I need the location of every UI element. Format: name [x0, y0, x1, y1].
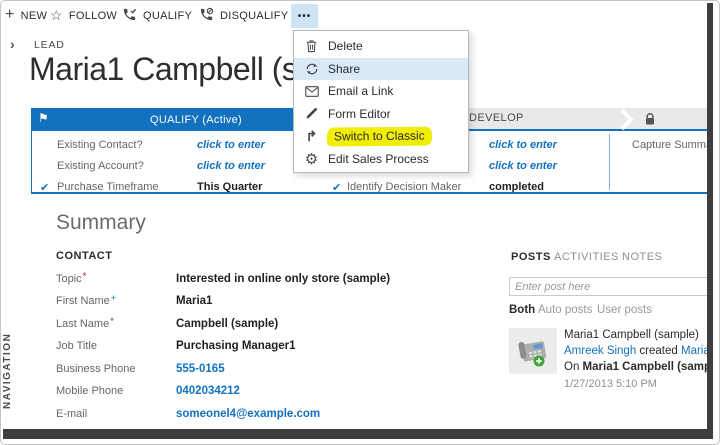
field-value-existing-contact[interactable]: click to enter [197, 139, 265, 151]
required-marker: * [83, 271, 87, 281]
tab-activities[interactable]: ACTIVITIES [554, 251, 619, 263]
menu-item-label: Delete [328, 39, 363, 53]
plus-icon: + [5, 6, 15, 24]
menu-item-edit-sales-process[interactable]: ⚙ Edit Sales Process [294, 148, 468, 171]
post-context: On Maria1 Campbell (sample)'s w [564, 361, 713, 373]
tab-posts[interactable]: POSTS [511, 251, 551, 263]
disqualify-button-label: DISQUALIFY [220, 10, 288, 22]
post-title[interactable]: Maria1 Campbell (sample) [564, 329, 699, 341]
envelope-icon [304, 86, 319, 97]
tab-notes[interactable]: NOTES [622, 251, 662, 263]
recommended-marker: + [111, 293, 116, 303]
menu-item-label: Email a Link [328, 84, 393, 98]
menu-item-label-highlighted: Switch to Classic [328, 127, 431, 145]
breadcrumb-chevron-icon[interactable]: › [10, 36, 15, 52]
required-marker: * [110, 316, 114, 326]
summary-heading: Summary [56, 211, 146, 235]
stage-qualify-label: QUALIFY (Active) [150, 114, 242, 126]
field-value-last-name[interactable]: Campbell (sample) [176, 318, 278, 330]
form-row-first-name: First Name+ Maria1 [56, 295, 212, 307]
field-label: Business Phone [56, 363, 176, 375]
ellipsis-icon: ••• [298, 11, 312, 22]
crm-lead-window: + NEW ☆ FOLLOW QUALIFY DISQUALIFY ••• › … [0, 0, 720, 445]
form-row-mobile-phone: Mobile Phone 0402034212 [56, 385, 240, 397]
menu-item-label: Form Editor [328, 107, 391, 121]
menu-item-email-a-link[interactable]: Email a Link [294, 80, 468, 103]
filter-user-posts[interactable]: User posts [597, 304, 652, 316]
process-column-divider [609, 134, 610, 190]
pencil-icon [304, 107, 319, 120]
field-label-existing-account: Existing Account? [57, 160, 144, 172]
field-value-existing-account[interactable]: click to enter [197, 160, 265, 172]
lock-icon [643, 112, 657, 131]
phone-slash-icon [199, 7, 214, 25]
qualify-button-label: QUALIFY [143, 10, 192, 22]
field-label-capture-summary: Capture Summary [632, 139, 713, 151]
new-button-label: NEW [21, 10, 48, 22]
app-viewport: + NEW ☆ FOLLOW QUALIFY DISQUALIFY ••• › … [3, 3, 713, 439]
form-row-job-title: Job Title Purchasing Manager1 [56, 340, 296, 352]
window-right-edge [707, 3, 713, 439]
contact-section-heading: CONTACT [56, 250, 112, 262]
follow-button[interactable]: ☆ FOLLOW [50, 6, 117, 26]
follow-button-label: FOLLOW [69, 10, 117, 22]
form-row-email: E-mail someonel4@example.com [56, 408, 320, 420]
field-label: Last Name* [56, 318, 176, 330]
post-timestamp: 1/27/2013 5:10 PM [564, 378, 657, 390]
field-value-col2-row1[interactable]: click to enter [489, 139, 557, 151]
phone-post-icon [509, 328, 557, 374]
field-label-existing-contact: Existing Contact? [57, 139, 143, 151]
form-row-topic: Topic* Interested in online only store (… [56, 273, 390, 285]
window-bottom-edge [3, 429, 713, 439]
form-row-last-name: Last Name* Campbell (sample) [56, 318, 278, 330]
menu-item-switch-to-classic[interactable]: ↱ Switch to Classic [294, 125, 468, 148]
more-commands-menu: Delete Share Email a Link Form Editor ↱ … [293, 30, 469, 173]
share-icon [304, 62, 319, 76]
post-description: Amreek Singh created Maria Cam [564, 345, 713, 357]
field-label: Topic* [56, 273, 176, 285]
switch-arrow-icon: ↱ [304, 128, 319, 145]
post-author-link[interactable]: Amreek Singh [564, 345, 636, 357]
field-label: Job Title [56, 340, 176, 352]
trash-icon [304, 39, 319, 53]
field-label: Mobile Phone [56, 385, 176, 397]
new-button[interactable]: + NEW [5, 6, 47, 26]
phone-check-icon [122, 7, 137, 25]
flag-icon: ⚑ [38, 111, 49, 125]
form-row-business-phone: Business Phone 555-0165 [56, 363, 225, 375]
menu-item-share[interactable]: Share [294, 58, 468, 81]
gear-icon: ⚙ [304, 150, 319, 168]
qualify-button[interactable]: QUALIFY [122, 6, 192, 26]
field-value-job-title[interactable]: Purchasing Manager1 [176, 340, 296, 352]
menu-item-label: Edit Sales Process [328, 152, 429, 166]
more-commands-button[interactable]: ••• [291, 4, 318, 28]
stage-develop-label[interactable]: DEVELOP [469, 112, 524, 124]
process-bottom-border [31, 192, 707, 194]
menu-item-label: Share [328, 62, 360, 76]
field-value-business-phone[interactable]: 555-0165 [176, 363, 225, 375]
filter-auto-posts[interactable]: Auto posts [538, 304, 592, 316]
field-value-mobile-phone[interactable]: 0402034212 [176, 385, 240, 397]
disqualify-button[interactable]: DISQUALIFY [199, 6, 288, 26]
menu-item-delete[interactable]: Delete [294, 35, 468, 58]
post-input[interactable] [509, 277, 708, 296]
breadcrumb[interactable]: LEAD [34, 39, 65, 51]
field-value-first-name[interactable]: Maria1 [176, 295, 212, 307]
filter-both[interactable]: Both [509, 304, 535, 316]
menu-item-form-editor[interactable]: Form Editor [294, 103, 468, 126]
star-icon: ☆ [50, 7, 63, 24]
navigation-rail-label[interactable]: NAVIGATION [3, 329, 18, 413]
field-value-email[interactable]: someonel4@example.com [176, 408, 320, 420]
page-title: Maria1 Campbell (s [29, 51, 297, 88]
field-value-col2-row2[interactable]: click to enter [489, 160, 557, 172]
field-label: First Name+ [56, 295, 176, 307]
field-label: E-mail [56, 408, 176, 420]
field-value-topic[interactable]: Interested in online only store (sample) [176, 273, 390, 285]
